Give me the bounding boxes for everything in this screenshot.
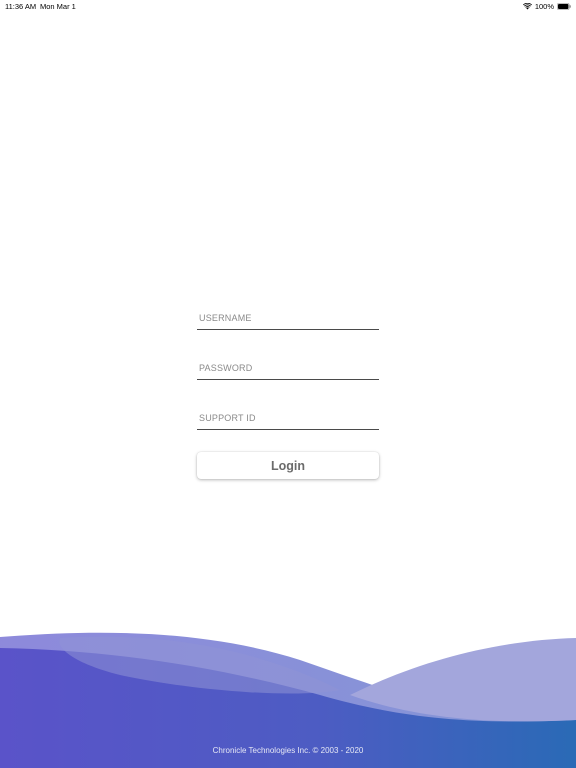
status-bar: 11:36 AM Mon Mar 1 100% xyxy=(0,0,576,12)
login-form: Login xyxy=(197,300,379,479)
copyright-text: Chronicle Technologies Inc. © 2003 - 202… xyxy=(212,746,364,755)
username-field-wrapper xyxy=(197,300,379,330)
login-screen: 11:36 AM Mon Mar 1 100% Log xyxy=(0,0,576,768)
status-indicators: 100% xyxy=(522,2,571,11)
username-input[interactable] xyxy=(197,300,379,329)
wifi-icon xyxy=(522,3,532,10)
support-id-field-wrapper xyxy=(197,400,379,430)
battery-percent: 100% xyxy=(534,2,554,11)
battery-icon xyxy=(557,3,571,10)
status-time: 11:36 AM xyxy=(5,2,37,11)
login-button[interactable]: Login xyxy=(197,452,379,479)
password-field-wrapper xyxy=(197,350,379,380)
password-input[interactable] xyxy=(197,350,379,379)
status-date: Mon Mar 1 xyxy=(40,2,76,11)
support-id-input[interactable] xyxy=(197,400,379,429)
